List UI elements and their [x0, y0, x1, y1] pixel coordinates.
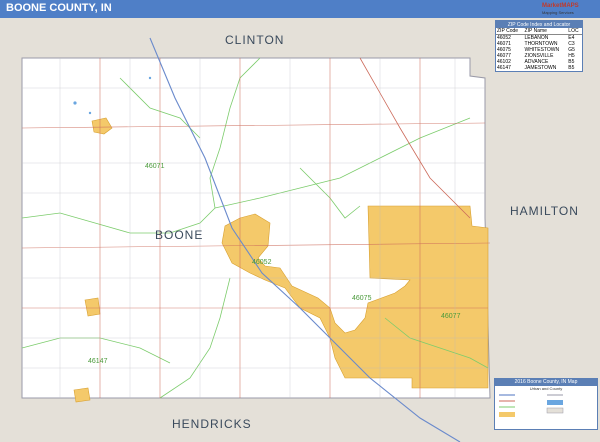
zip-label-46071: 46071	[145, 163, 165, 170]
map-page: BOONE COUNTY, IN CLINTON HAMILTON HENDRI…	[0, 0, 600, 442]
title-bar: BOONE COUNTY, IN	[0, 0, 600, 18]
zip-label-46077: 46077	[441, 313, 461, 320]
county-label-boone: BOONE	[155, 228, 203, 242]
county-label-clinton: CLINTON	[225, 33, 284, 47]
county-label-hendricks: HENDRICKS	[172, 417, 252, 431]
table-row: 46147 JAMESTOWN B5	[496, 65, 582, 71]
publisher-logo: MarketMAPS Mapping Services	[542, 2, 596, 18]
zip-cell: 46147	[497, 65, 511, 71]
urban-area-advance	[84, 297, 101, 317]
zip-index-title: ZIP Code Index and Locator	[496, 21, 582, 28]
zip-cell: JAMESTOWN	[524, 65, 557, 71]
logo-name: MarketMAPS	[542, 3, 579, 9]
urban-area-jamestown	[73, 387, 91, 403]
zip-index-table: ZIP Code ZIP Name LOC 46052 LEBANON E4 4…	[496, 28, 582, 71]
map-title: BOONE COUNTY, IN	[6, 2, 112, 14]
logo-subtitle: Mapping Services	[542, 10, 574, 15]
map-legend: 2016 Boone County, IN Map Urban and Coun…	[494, 378, 598, 430]
zip-label-46075: 46075	[352, 295, 372, 302]
legend-symbols	[499, 394, 564, 417]
zip-code-index: ZIP Code Index and Locator ZIP Code ZIP …	[495, 20, 583, 72]
zip-label-46052: 46052	[252, 259, 272, 266]
zip-label-46147: 46147	[88, 358, 108, 365]
legend-title: 2016 Boone County, IN Map	[495, 379, 597, 386]
zip-cell: B5	[568, 65, 575, 71]
county-label-hamilton: HAMILTON	[510, 204, 579, 218]
